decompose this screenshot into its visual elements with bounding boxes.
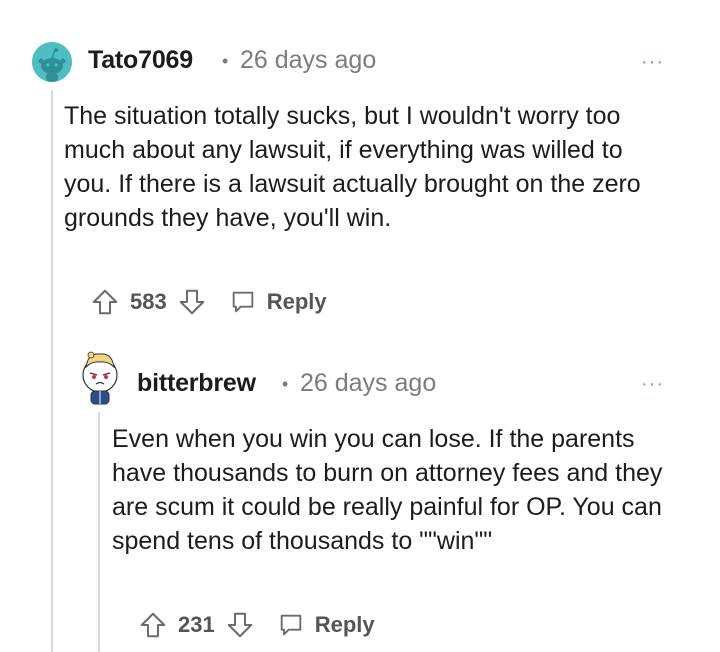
- avatar[interactable]: [32, 42, 72, 82]
- vote-score: 583: [130, 289, 167, 314]
- downvote-icon[interactable]: [225, 610, 255, 640]
- comment-actions: 583 Reply: [90, 282, 327, 322]
- more-options-icon[interactable]: ···: [641, 52, 664, 72]
- comment-body: The situation totally sucks, but I would…: [64, 102, 641, 232]
- reply-icon: [277, 611, 305, 639]
- snoo-avatar-icon: [32, 42, 72, 82]
- comment-body: Even when you win you can lose. If the p…: [112, 425, 663, 555]
- reply-label: Reply: [314, 612, 375, 637]
- thread-line-top[interactable]: [51, 90, 53, 652]
- separator-dot: •: [282, 374, 289, 394]
- downvote-icon[interactable]: [177, 287, 207, 317]
- reply-icon: [229, 288, 257, 316]
- vote-score: 231: [178, 612, 215, 637]
- reply-label: Reply: [266, 289, 327, 314]
- timestamp[interactable]: 26 days ago: [300, 369, 436, 398]
- comment-actions: 231 Reply: [138, 605, 375, 645]
- snoo-avatar-icon: [82, 351, 118, 405]
- thread-line-reply[interactable]: [98, 412, 100, 652]
- timestamp[interactable]: 26 days ago: [240, 46, 376, 75]
- upvote-icon[interactable]: [90, 287, 120, 317]
- avatar[interactable]: [78, 349, 122, 405]
- separator-dot: •: [222, 51, 229, 71]
- more-options-icon[interactable]: ···: [641, 374, 664, 394]
- username[interactable]: bitterbrew: [137, 369, 256, 398]
- reply-button[interactable]: Reply: [229, 288, 327, 316]
- username[interactable]: Tato7069: [88, 46, 193, 75]
- upvote-icon[interactable]: [138, 610, 168, 640]
- reply-button[interactable]: Reply: [277, 611, 375, 639]
